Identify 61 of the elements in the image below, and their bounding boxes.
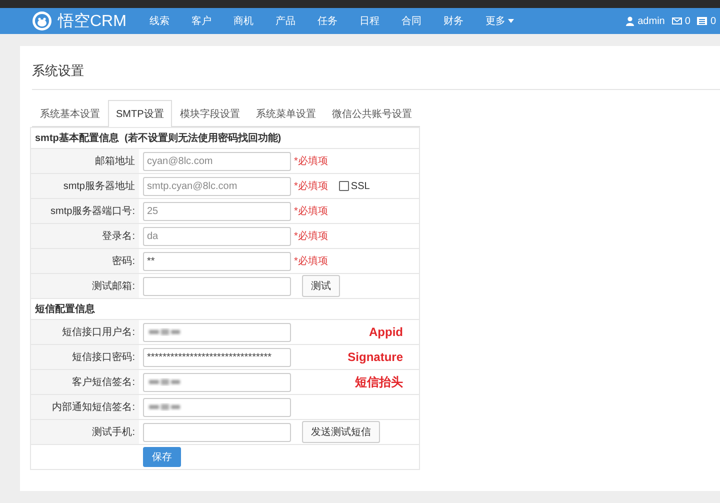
- input-field[interactable]: ********************************: [143, 348, 291, 366]
- field-label: 客户短信签名:: [72, 377, 135, 388]
- annotation: Signature: [348, 350, 404, 364]
- monkey-logo-icon: [32, 11, 52, 31]
- page-title: 系统设置: [32, 63, 84, 78]
- settings-tab[interactable]: 系统基本设置: [32, 100, 108, 127]
- settings-tab[interactable]: 系统菜单设置: [248, 100, 324, 127]
- nav-link[interactable]: 财务: [432, 14, 474, 28]
- required-hint: *必填项: [294, 204, 328, 218]
- test-button[interactable]: 发送测试短信: [302, 421, 380, 443]
- annotation: 短信抬头: [355, 374, 404, 390]
- settings-tab[interactable]: 模块字段设置: [172, 100, 248, 127]
- settings-tab[interactable]: 微信公共账号设置: [324, 100, 420, 127]
- input-field[interactable]: [143, 322, 291, 342]
- field-label: 内部通知短信签名:: [52, 402, 135, 413]
- annotation: Appid: [369, 325, 404, 339]
- mail-icon: [672, 16, 682, 26]
- brand-name: 悟空CRM: [58, 12, 126, 32]
- input-field[interactable]: da: [143, 226, 291, 246]
- checkbox-label: SSL: [350, 180, 370, 192]
- user-name[interactable]: admin: [638, 16, 665, 26]
- field-label: 测试邮箱:: [92, 281, 135, 292]
- required-hint: *必填项: [294, 154, 328, 168]
- user-icon: [624, 16, 635, 26]
- nav-link[interactable]: 更多: [474, 14, 526, 28]
- input-field[interactable]: smtp.cyan@8lc.com: [143, 176, 291, 196]
- required-hint: *必填项: [294, 254, 328, 268]
- settings-tab[interactable]: SMTP设置: [108, 100, 172, 127]
- section-heading: 短信配置信息: [35, 304, 95, 315]
- field-label: 登录名:: [102, 231, 135, 242]
- field-label: 短信接口用户名:: [62, 327, 135, 338]
- required-hint: *必填项: [294, 230, 328, 243]
- field-label: 邮箱地址: [95, 156, 135, 167]
- field-label: 密码:: [112, 256, 135, 267]
- list-icon: [697, 16, 708, 26]
- nav-link[interactable]: 商机: [222, 14, 264, 28]
- input-field[interactable]: [143, 398, 291, 416]
- input-field[interactable]: [143, 276, 291, 296]
- test-button[interactable]: 测试: [302, 275, 340, 297]
- nav-link[interactable]: 线索: [138, 14, 180, 28]
- nav-link[interactable]: 任务: [306, 14, 348, 28]
- field-label: 短信接口密码:: [72, 352, 135, 363]
- input-field[interactable]: 25: [143, 202, 291, 220]
- input-field[interactable]: [143, 372, 291, 392]
- caret-icon: [508, 19, 514, 23]
- input-field[interactable]: cyan@8lc.com: [143, 152, 291, 170]
- task-count[interactable]: 0: [710, 16, 716, 26]
- input-field[interactable]: [143, 422, 291, 442]
- nav-link[interactable]: 日程: [348, 14, 390, 28]
- checkbox[interactable]: [338, 181, 349, 191]
- input-field[interactable]: **: [143, 252, 291, 270]
- nav-link[interactable]: 产品: [264, 14, 306, 28]
- field-label: smtp服务器端口号:: [50, 206, 135, 217]
- section-heading: smtp基本配置信息 (若不设置则无法使用密码找回功能): [35, 133, 282, 144]
- nav-link[interactable]: 客户: [180, 14, 222, 28]
- nav-link[interactable]: 合同: [390, 14, 432, 28]
- required-hint: *必填项: [294, 180, 328, 193]
- save-button[interactable]: 保存: [143, 447, 181, 467]
- mail-count[interactable]: 0: [684, 16, 690, 26]
- field-label: 测试手机:: [92, 427, 135, 438]
- field-label: smtp服务器地址: [63, 181, 135, 192]
